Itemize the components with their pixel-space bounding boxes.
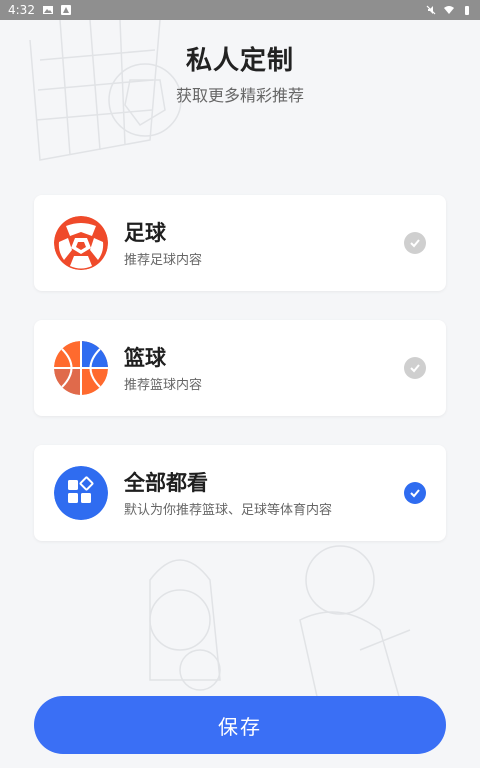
option-card-basketball[interactable]: 篮球 推荐篮球内容 [34,320,446,416]
checkbox-football[interactable] [404,232,426,254]
option-card-all[interactable]: 全部都看 默认为你推荐篮球、足球等体育内容 [34,445,446,541]
option-name: 篮球 [124,345,166,370]
option-desc: 推荐足球内容 [124,252,203,268]
check-icon [410,364,420,373]
image-notification-icon [42,6,53,14]
page-header: 私人定制 获取更多精彩推荐 [0,40,480,106]
option-name: 足球 [124,220,166,245]
grid-apps-icon [54,466,108,520]
page-subtitle: 获取更多精彩推荐 [175,86,304,105]
wifi-icon [444,6,454,14]
checkbox-basketball[interactable] [404,357,426,379]
status-time: 4:32 [8,3,35,17]
checkbox-all[interactable] [404,482,426,504]
app-notification-icon [60,5,71,15]
basketball-icon [54,341,108,395]
status-bar: 4:32 [0,0,480,20]
page-title: 私人定制 [185,46,294,76]
battery-icon [465,6,469,15]
check-icon [410,489,420,498]
save-button[interactable]: 保存 [34,696,446,754]
option-desc: 默认为你推荐篮球、足球等体育内容 [124,502,333,518]
football-icon [54,216,108,270]
option-name: 全部都看 [124,470,208,495]
mute-icon [426,5,436,15]
option-card-football[interactable]: 足球 推荐足球内容 [34,195,446,291]
check-icon [410,239,420,248]
option-desc: 推荐篮球内容 [124,377,203,393]
